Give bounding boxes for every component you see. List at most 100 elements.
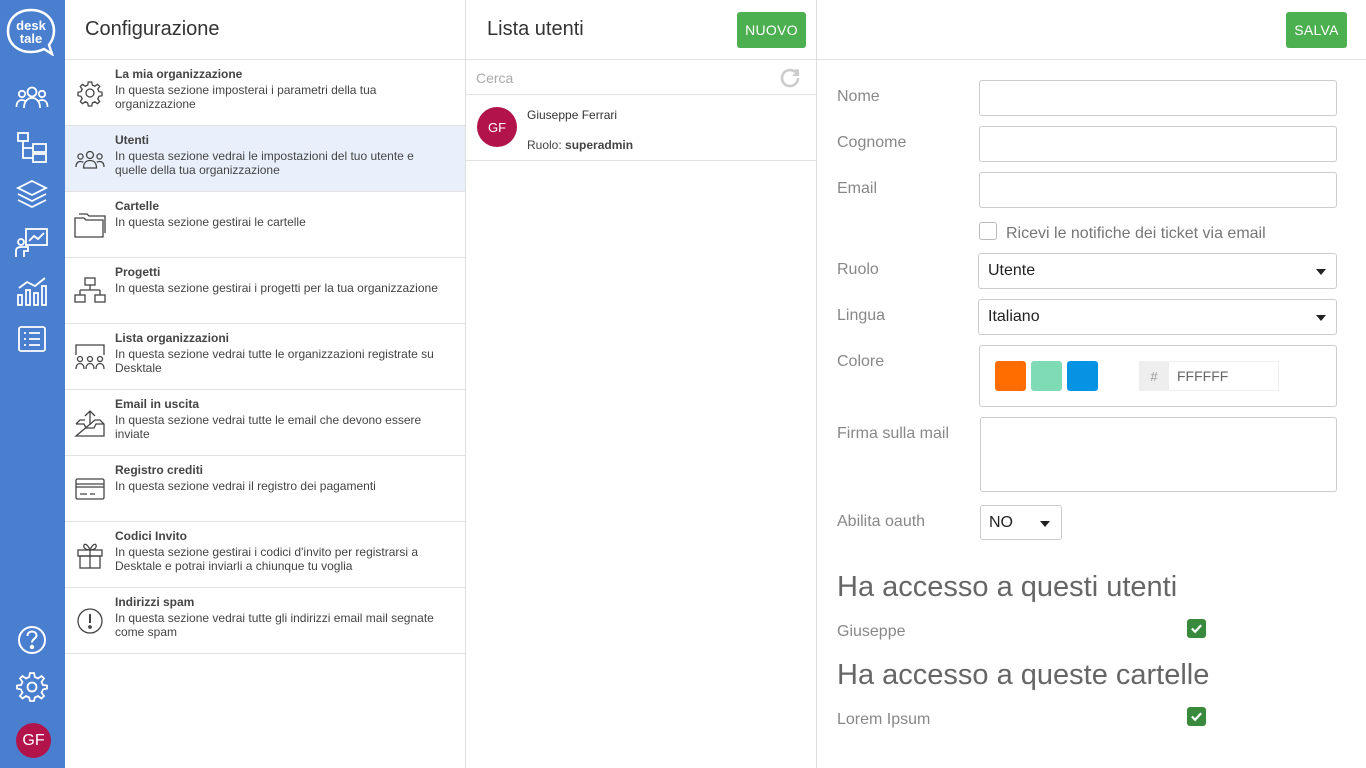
folder-icon: [73, 208, 107, 242]
avatar[interactable]: GF: [16, 723, 51, 758]
oauth-value: NO: [989, 513, 1013, 531]
cognome-label: Cognome: [837, 134, 907, 151]
detail-header: SALVA: [817, 0, 1366, 60]
config-item-registro-crediti[interactable]: Registro crediti In questa sezione vedra…: [65, 456, 465, 522]
user-role-value: superadmin: [565, 138, 634, 152]
notify-checkbox[interactable]: [979, 222, 997, 240]
config-item-title: Registro crediti: [115, 463, 204, 477]
access-user-checkbox[interactable]: [1187, 619, 1206, 638]
access-folder-checkbox[interactable]: [1187, 707, 1206, 726]
help-icon[interactable]: [14, 622, 50, 658]
search-input[interactable]: [476, 68, 766, 88]
config-item-desc: In questa sezione gestirai i progetti pe…: [115, 281, 438, 295]
nome-label: Nome: [837, 88, 880, 105]
config-item-desc: In questa sezione vedrai tutte gli indir…: [115, 611, 434, 639]
config-item-title: Email in uscita: [115, 397, 200, 411]
layers-icon[interactable]: [14, 177, 50, 213]
folder-tree-icon[interactable]: [14, 129, 50, 165]
users-icon[interactable]: [14, 80, 50, 116]
config-item-title: Indirizzi spam: [115, 595, 195, 609]
lingua-select[interactable]: Italiano: [978, 299, 1337, 335]
config-item-title: Progetti: [115, 265, 161, 279]
settings-icon[interactable]: [14, 669, 50, 705]
list-icon[interactable]: [14, 321, 50, 357]
nome-input[interactable]: [979, 80, 1337, 116]
user-detail-panel: SALVA Nome Cognome Email Ricevi le notif…: [817, 0, 1366, 768]
folders-access-heading: Ha accesso a queste cartelle: [837, 659, 1210, 691]
users-title: Lista utenti: [487, 18, 584, 40]
config-item-organizzazione[interactable]: La mia organizzazione In questa sezione …: [65, 60, 465, 126]
config-panel: Configurazione La mia organizzazione In …: [65, 0, 466, 768]
left-rail: desk tale GF: [0, 0, 65, 768]
firma-label: Firma sulla mail: [837, 425, 950, 442]
users-header: Lista utenti NUOVO: [466, 0, 816, 60]
config-item-title: Codici Invito: [115, 529, 187, 543]
desktale-logo[interactable]: desk tale: [6, 8, 56, 57]
config-item-title: Cartelle: [115, 199, 160, 213]
page-title: Configurazione: [85, 18, 220, 40]
lingua-value: Italiano: [988, 308, 1040, 325]
cognome-input[interactable]: [979, 126, 1337, 162]
svg-text:tale: tale: [20, 31, 42, 46]
users-icon: [73, 142, 107, 176]
config-item-desc: In questa sezione vedrai il registro dei…: [115, 479, 376, 493]
config-item-progetti[interactable]: Progetti In questa sezione gestirai i pr…: [65, 258, 465, 324]
oauth-select[interactable]: NO: [980, 505, 1062, 540]
new-user-button[interactable]: NUOVO: [737, 12, 806, 48]
search-bar: [466, 60, 816, 95]
gear-icon: [73, 76, 107, 110]
chevron-down-icon: [1316, 315, 1326, 321]
config-item-desc: In questa sezione vedrai tutte le organi…: [115, 347, 434, 375]
email-input[interactable]: [979, 172, 1337, 208]
config-item-title: Lista organizzazioni: [115, 331, 230, 345]
chevron-down-icon: [1040, 521, 1050, 527]
config-item-indirizzi-spam[interactable]: Indirizzi spam In questa sezione vedrai …: [65, 588, 465, 654]
color-swatch-mint[interactable]: [1031, 361, 1062, 391]
credit-card-icon: [73, 472, 107, 506]
config-item-title: La mia organizzazione: [115, 67, 243, 81]
config-item-title: Utenti: [115, 133, 149, 147]
config-item-desc: In questa sezione vedrai le impostazioni…: [115, 149, 414, 177]
user-role: Ruolo: superadmin: [527, 138, 633, 152]
config-item-lista-organizzazioni[interactable]: Lista organizzazioni In questa sezione v…: [65, 324, 465, 390]
ruolo-value: Utente: [988, 262, 1036, 279]
color-swatch-orange[interactable]: [995, 361, 1026, 391]
save-button[interactable]: SALVA: [1286, 12, 1347, 48]
color-swatch-blue[interactable]: [1067, 361, 1098, 391]
firma-textarea[interactable]: [980, 417, 1337, 492]
config-item-utenti[interactable]: Utenti In questa sezione vedrai le impos…: [65, 126, 465, 192]
config-item-codici-invito[interactable]: Codici Invito In questa sezione gestirai…: [65, 522, 465, 588]
config-item-desc: In questa sezione gestirai le cartelle: [115, 215, 306, 229]
config-item-email-in-uscita[interactable]: Email in uscita In questa sezione vedrai…: [65, 390, 465, 456]
user-avatar: GF: [477, 107, 517, 147]
user-list-item[interactable]: GF Giuseppe Ferrari Ruolo: superadmin: [466, 95, 816, 161]
config-item-cartelle[interactable]: Cartelle In questa sezione gestirai le c…: [65, 192, 465, 258]
organizations-icon: [73, 340, 107, 374]
presentation-chart-icon[interactable]: [14, 225, 50, 261]
app-root: desk tale GF Configurazione La mia organ…: [0, 0, 1366, 768]
access-user-label: Giuseppe: [837, 623, 906, 640]
config-header: Configurazione: [65, 0, 465, 60]
config-item-desc: In questa sezione vedrai tutte le email …: [115, 413, 422, 441]
ruolo-select[interactable]: Utente: [978, 253, 1337, 289]
ruolo-label: Ruolo: [837, 261, 879, 278]
users-panel: Lista utenti NUOVO GF Giuseppe Ferrari R…: [466, 0, 817, 768]
email-label: Email: [837, 180, 878, 197]
colore-label: Colore: [837, 353, 885, 370]
users-access-heading: Ha accesso a questi utenti: [837, 571, 1178, 603]
lingua-label: Lingua: [837, 307, 886, 324]
color-picker: # FFFFFF: [979, 345, 1337, 407]
config-item-desc: In questa sezione gestirai i codici d'in…: [115, 545, 419, 573]
oauth-label: Abilita oauth: [837, 513, 926, 530]
hex-prefix: #: [1139, 361, 1169, 391]
user-role-label: Ruolo:: [527, 138, 562, 152]
config-item-desc: In questa sezione imposterai i parametri…: [115, 83, 377, 111]
alert-circle-icon: [73, 604, 107, 638]
check-icon: [1191, 712, 1202, 722]
bar-chart-icon[interactable]: [14, 273, 50, 309]
access-folder-label: Lorem Ipsum: [837, 711, 931, 728]
user-name: Giuseppe Ferrari: [527, 108, 618, 122]
hex-color-input[interactable]: FFFFFF: [1169, 361, 1279, 391]
refresh-icon[interactable]: [778, 66, 802, 90]
notify-label: Ricevi le notifiche dei ticket via email: [1006, 225, 1266, 242]
